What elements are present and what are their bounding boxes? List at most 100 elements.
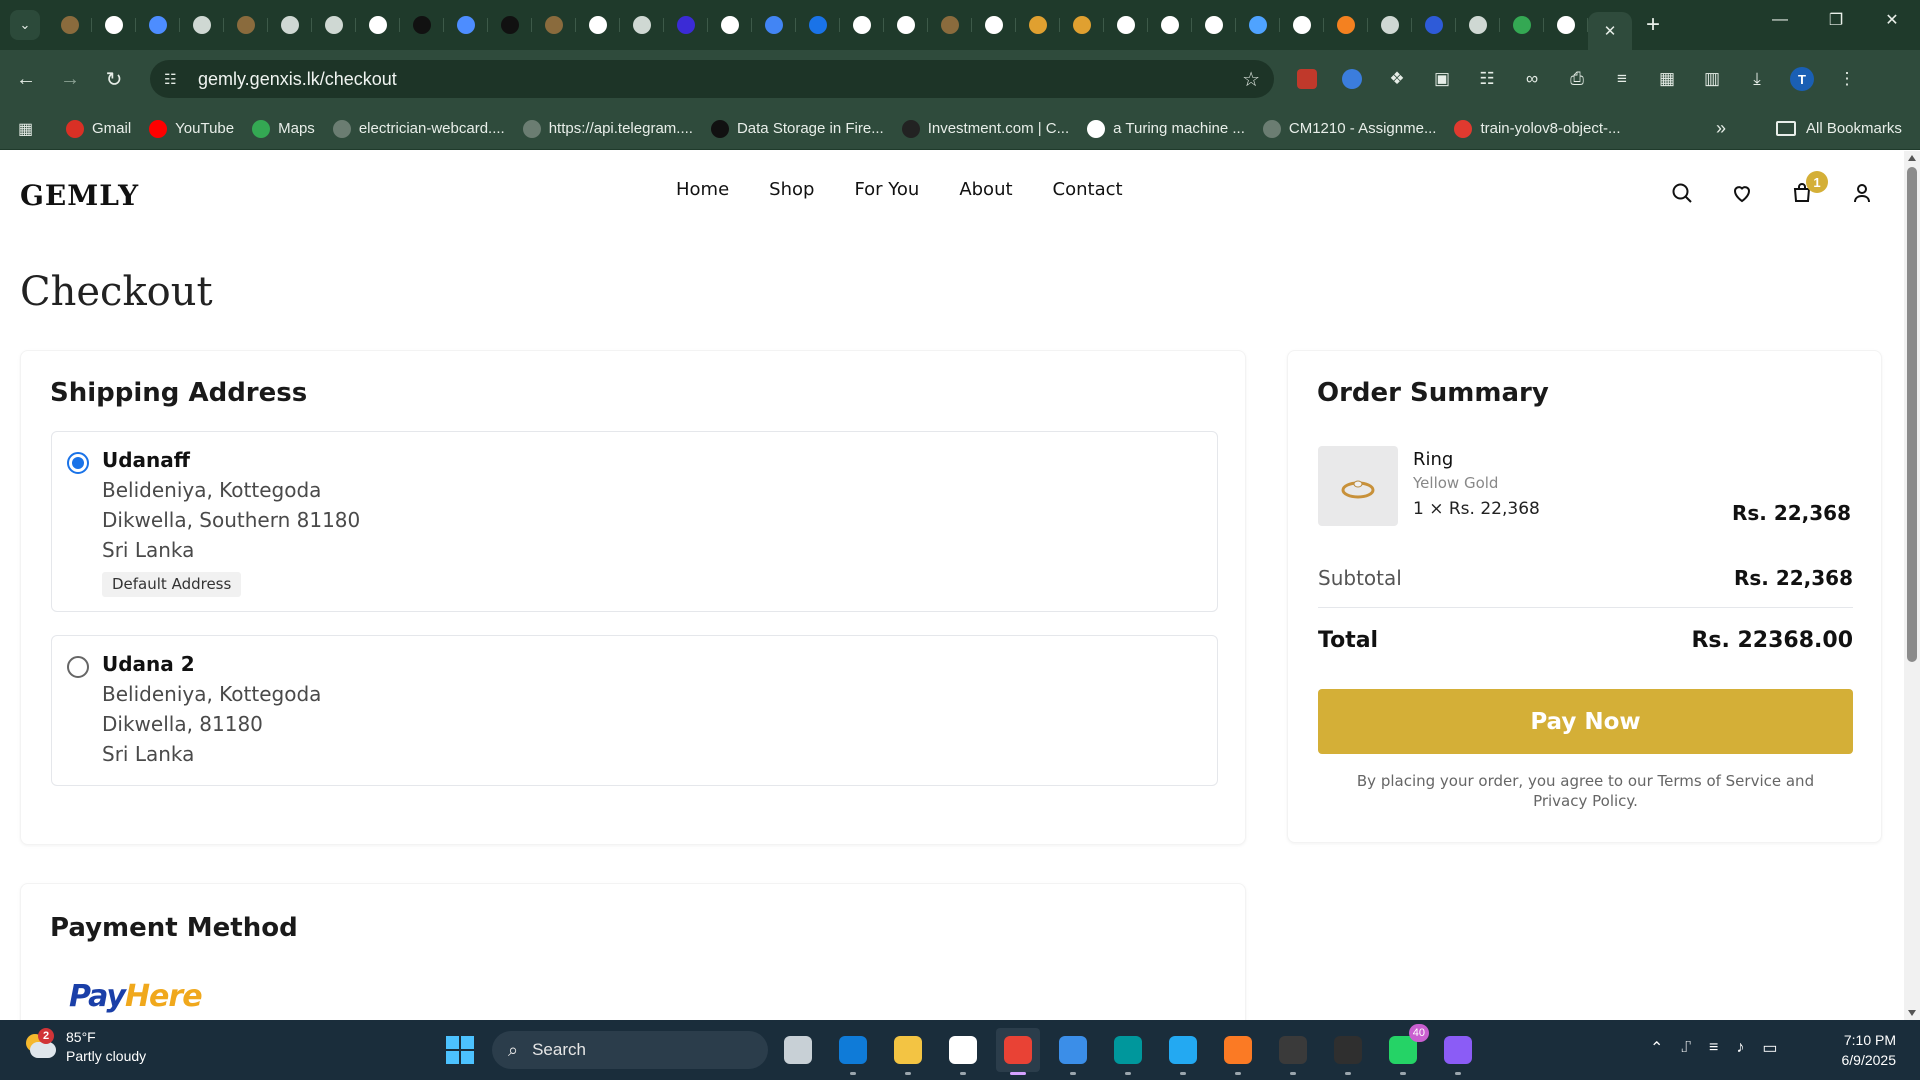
browser-tab[interactable]: [928, 8, 972, 42]
browser-tab[interactable]: [1016, 8, 1060, 42]
reload-button[interactable]: ↻: [96, 61, 132, 97]
volume-icon[interactable]: ♪: [1736, 1039, 1744, 1057]
weather-widget[interactable]: 2 85°F Partly cloudy: [22, 1028, 146, 1066]
bookmark-item[interactable]: CM1210 - Assignme...: [1262, 119, 1436, 138]
link-icon[interactable]: ∞: [1515, 62, 1549, 96]
bookmark-item[interactable]: Investment.com | C...: [901, 119, 1069, 138]
microphone-icon[interactable]: ⑀: [1681, 1039, 1691, 1057]
translate-page-icon[interactable]: ☷: [1470, 62, 1504, 96]
bookmark-item[interactable]: electrician-webcard....: [332, 119, 505, 138]
address-radio[interactable]: [67, 656, 89, 678]
taskbar-app[interactable]: [1161, 1028, 1205, 1075]
browser-tab[interactable]: [1368, 8, 1412, 42]
browser-tab[interactable]: [972, 8, 1016, 42]
all-bookmarks-button[interactable]: All Bookmarks: [1776, 120, 1902, 137]
taskbar-app[interactable]: [996, 1028, 1040, 1075]
bookmark-item[interactable]: Data Storage in Fire...: [710, 119, 884, 138]
taskbar-app[interactable]: [1326, 1028, 1370, 1075]
bookmark-item[interactable]: a Turing machine ...: [1087, 119, 1245, 138]
qr-code-icon[interactable]: ▦: [1650, 62, 1684, 96]
site-logo[interactable]: GEMLY: [20, 179, 139, 212]
puzzle-extensions-icon[interactable]: ❖: [1380, 62, 1414, 96]
item-name[interactable]: Ring: [1413, 449, 1453, 470]
taskbar-app[interactable]: [831, 1028, 875, 1075]
browser-tab[interactable]: [180, 8, 224, 42]
nav-for-you[interactable]: For You: [854, 179, 919, 200]
bookmark-ext-icon[interactable]: [1290, 62, 1324, 96]
minimize-button[interactable]: —: [1752, 0, 1808, 40]
taskbar-app[interactable]: [1051, 1028, 1095, 1075]
reading-mode-icon[interactable]: ≡: [1605, 62, 1639, 96]
nav-home[interactable]: Home: [676, 179, 729, 200]
browser-tab[interactable]: [1412, 8, 1456, 42]
page-scrollbar[interactable]: [1904, 151, 1920, 1020]
bookmark-item[interactable]: train-yolov8-object-...: [1454, 119, 1621, 138]
site-info-icon[interactable]: ☷: [164, 71, 186, 88]
browser-tab[interactable]: [708, 8, 752, 42]
browser-tab[interactable]: [664, 8, 708, 42]
print-icon[interactable]: ⎙: [1560, 62, 1594, 96]
restore-button[interactable]: ❐: [1808, 0, 1864, 40]
new-tab-button[interactable]: +: [1636, 8, 1670, 42]
browser-tab[interactable]: [884, 8, 928, 42]
screenshot-icon[interactable]: ▣: [1425, 62, 1459, 96]
profile-avatar[interactable]: T: [1785, 62, 1819, 96]
close-tab-icon[interactable]: ✕: [1604, 22, 1617, 40]
nav-about[interactable]: About: [959, 179, 1012, 200]
browser-tab[interactable]: [1236, 8, 1280, 42]
browser-tab[interactable]: [136, 8, 180, 42]
translate-ext-icon[interactable]: [1335, 62, 1369, 96]
taskbar-search-box[interactable]: ⌕ Search: [492, 1031, 768, 1069]
active-tab[interactable]: ✕: [1588, 12, 1632, 50]
bookmark-item[interactable]: Maps: [252, 119, 315, 138]
back-button[interactable]: ←: [8, 61, 44, 97]
browser-tab[interactable]: [1500, 8, 1544, 42]
bookmark-item[interactable]: https://api.telegram....: [522, 119, 693, 138]
browser-tab[interactable]: [1148, 8, 1192, 42]
downloads-icon[interactable]: ⤓: [1740, 62, 1774, 96]
browser-tab[interactable]: [92, 8, 136, 42]
close-window-button[interactable]: ✕: [1864, 0, 1920, 40]
url-text[interactable]: gemly.genxis.lk/checkout: [198, 69, 397, 90]
pay-now-button[interactable]: Pay Now: [1318, 689, 1853, 754]
cart-icon[interactable]: 1: [1784, 171, 1828, 211]
taskbar-app[interactable]: [1216, 1028, 1260, 1075]
apps-grid-icon[interactable]: ▦: [18, 119, 48, 139]
bookmark-item[interactable]: YouTube: [149, 119, 234, 138]
browser-tab[interactable]: [752, 8, 796, 42]
address-option-2[interactable]: Udana 2 Belideniya, Kottegoda Dikwella, …: [51, 635, 1218, 786]
taskbar-app[interactable]: [1271, 1028, 1315, 1075]
taskbar-app[interactable]: [1106, 1028, 1150, 1075]
browser-tab[interactable]: [1324, 8, 1368, 42]
address-bar[interactable]: ☷ gemly.genxis.lk/checkout ☆: [150, 60, 1274, 98]
browser-tab[interactable]: [356, 8, 400, 42]
browser-tab[interactable]: [488, 8, 532, 42]
side-panel-icon[interactable]: ▥: [1695, 62, 1729, 96]
taskbar-app[interactable]: [776, 1028, 820, 1072]
browser-tab[interactable]: [400, 8, 444, 42]
browser-tab[interactable]: [444, 8, 488, 42]
taskbar-app[interactable]: [941, 1028, 985, 1075]
wifi-icon[interactable]: ≡: [1709, 1039, 1718, 1057]
scroll-up-arrow-icon[interactable]: [1908, 155, 1916, 161]
browser-tab[interactable]: [1280, 8, 1324, 42]
browser-tab[interactable]: [1456, 8, 1500, 42]
battery-icon[interactable]: ▭: [1762, 1038, 1777, 1058]
scrollbar-thumb[interactable]: [1907, 167, 1917, 662]
browser-tab[interactable]: [576, 8, 620, 42]
nav-shop[interactable]: Shop: [769, 179, 814, 200]
browser-tab[interactable]: [268, 8, 312, 42]
search-icon[interactable]: [1664, 175, 1700, 211]
more-bookmarks-chevron-icon[interactable]: »: [1716, 118, 1726, 139]
browser-tab[interactable]: [532, 8, 576, 42]
tray-overflow-chevron-icon[interactable]: ⌃: [1650, 1038, 1663, 1058]
browser-tab[interactable]: [840, 8, 884, 42]
browser-menu-icon[interactable]: ⋮: [1830, 62, 1864, 96]
account-user-icon[interactable]: [1844, 175, 1880, 211]
taskbar-app[interactable]: [1436, 1028, 1480, 1075]
browser-tab[interactable]: [796, 8, 840, 42]
nav-contact[interactable]: Contact: [1053, 179, 1123, 200]
bookmark-item[interactable]: Gmail: [66, 119, 131, 138]
forward-button[interactable]: →: [52, 61, 88, 97]
address-option-1[interactable]: Udanaff Belideniya, Kottegoda Dikwella, …: [51, 431, 1218, 612]
